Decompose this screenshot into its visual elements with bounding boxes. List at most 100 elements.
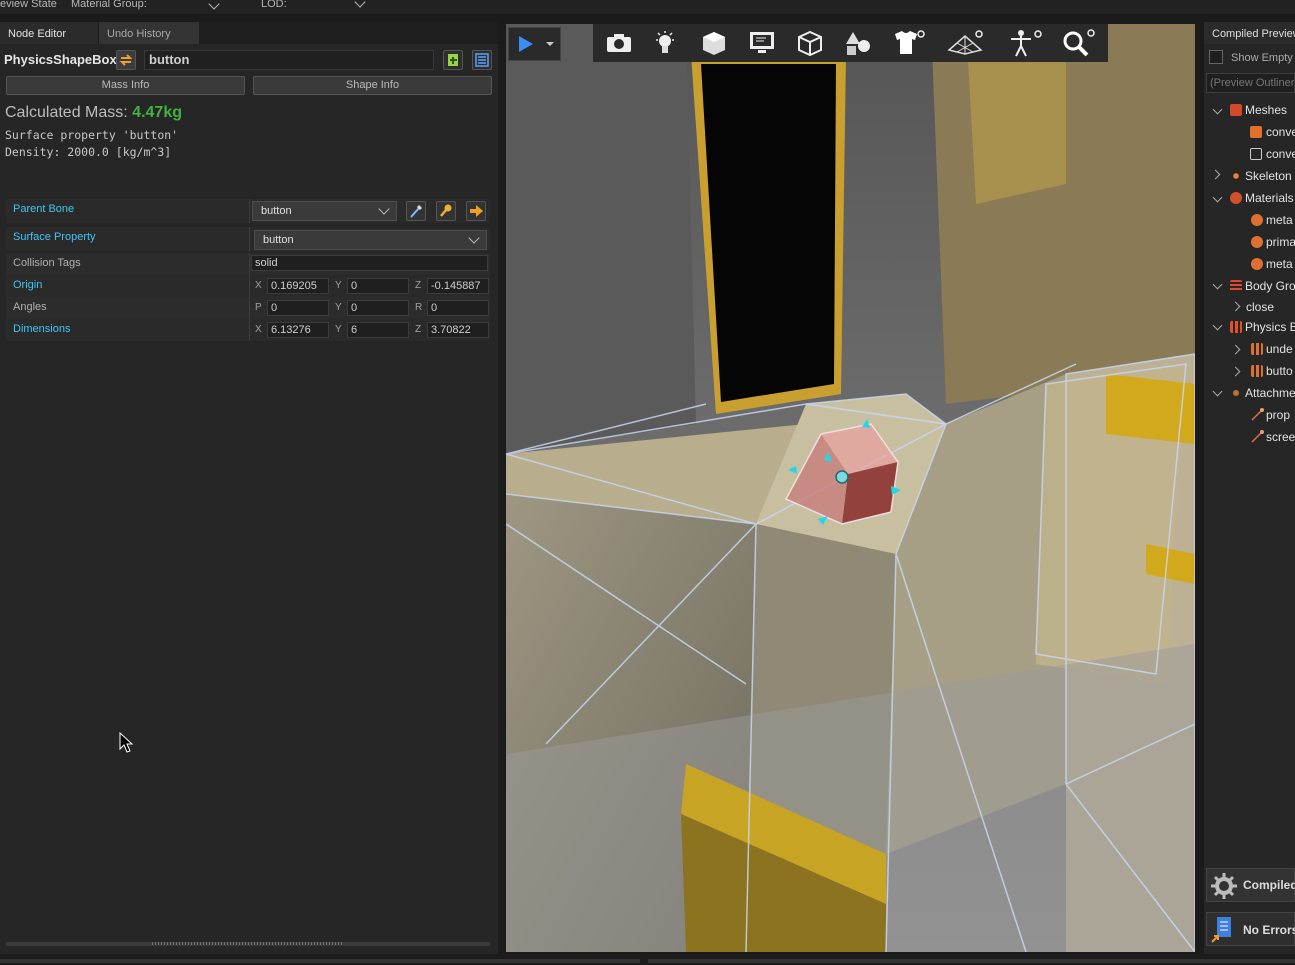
column-divider [249,253,250,275]
show-empty-checkbox[interactable] [1209,50,1223,64]
list-view-button[interactable] [472,50,492,70]
density-info: Density: 2000.0 [kg/m^3] [5,145,172,159]
shape-info-button[interactable]: Shape Info [253,76,492,95]
tree-item-meshes[interactable]: Meshes [1245,103,1287,117]
surface-property-select[interactable]: button [254,230,487,250]
column-divider [249,319,250,341]
attachment-icon [1251,430,1264,443]
column-divider [249,297,250,319]
origin-z-field[interactable]: -0.145887 [427,278,489,294]
node-editor-panel [0,22,498,954]
attachments-icon [1230,387,1242,399]
tree-item-material-2[interactable]: prima [1266,235,1295,249]
calculated-mass-label: Calculated Mass: [5,104,128,121]
magnifier-icon[interactable] [1059,28,1097,58]
dimensions-y-field[interactable]: 6 [347,322,409,338]
prop-row-surface-property: Surface Property button [6,227,490,251]
calculated-mass: Calculated Mass: 4.47kg [5,104,182,122]
attachment-icon [1251,408,1264,421]
3d-viewport[interactable] [506,24,1195,952]
light-bulb-icon[interactable] [653,30,677,56]
tree-item-close[interactable]: close [1246,300,1274,314]
tree-item-material-1[interactable]: meta [1266,213,1293,227]
tree-item-body-groups[interactable]: Body Gro [1245,279,1295,293]
node-name-field[interactable]: button [144,50,434,70]
origin-label: Origin [13,279,43,291]
expand-arrow-icon[interactable] [1210,169,1221,180]
expand-arrow-icon[interactable] [1212,386,1223,397]
monitor-icon[interactable] [748,30,776,56]
tree-item-attachment-prop[interactable]: prop [1266,408,1290,422]
goto-bone-button[interactable] [466,201,486,221]
scene-render [506,24,1195,952]
angles-r-field[interactable]: 0 [427,300,489,316]
play-menu-button[interactable] [508,27,561,61]
chevron-down-icon [468,232,480,244]
skeleton-icon[interactable] [1005,28,1043,58]
panel-resize-handle[interactable] [6,942,490,946]
new-node-button[interactable] [443,50,463,70]
tree-item-materials[interactable]: Materials [1245,191,1294,205]
axis-y-label: Y [335,324,342,335]
expand-arrow-icon[interactable] [1230,301,1241,312]
arrow-right-icon [470,205,483,217]
tree-item-mesh-2[interactable]: conve [1266,147,1295,161]
expand-arrow-icon[interactable] [1212,192,1223,203]
dimensions-z-field[interactable]: 3.70822 [427,322,489,338]
angles-y-field[interactable]: 0 [347,300,409,316]
parent-bone-select[interactable]: button [252,201,397,221]
expand-arrow-icon[interactable] [1212,104,1223,115]
tree-item-physics-bodies[interactable]: Physics B [1245,320,1295,334]
axis-x-label: X [255,324,262,335]
collision-tags-field[interactable]: solid [251,255,488,271]
prop-row-dimensions: Dimensions X 6.13276 Y 6 Z 3.70822 [6,319,490,341]
surface-property-label: Surface Property [13,231,96,243]
pick-bone-button[interactable] [406,201,426,221]
grid-icon[interactable] [947,28,985,56]
outliner-filter-input[interactable]: (Preview Outliner [1206,73,1295,93]
tab-undo-history[interactable]: Undo History [99,22,199,44]
expand-arrow-icon[interactable] [1212,279,1223,290]
tree-item-attachments[interactable]: Attachme [1245,386,1295,400]
origin-y-field[interactable]: 0 [347,278,409,294]
status-bar-right [648,959,1295,963]
camera-icon[interactable] [605,32,633,54]
tree-item-physics-body-1[interactable]: unde [1266,342,1293,356]
add-document-icon [448,54,458,66]
tree-item-skeleton[interactable]: Skeleton [1245,169,1292,183]
gear-icon [1211,873,1237,899]
tree-item-material-3[interactable]: meta [1266,257,1293,271]
expand-arrow-icon[interactable] [1230,366,1241,377]
shirt-icon[interactable] [891,28,927,56]
prop-row-angles: Angles P 0 Y 0 R 0 [6,297,490,319]
dimensions-label: Dimensions [13,323,71,335]
wireframe-cube-icon[interactable] [797,30,823,56]
cube-icon[interactable] [701,30,727,56]
search-bone-button[interactable] [436,201,456,221]
column-divider [249,275,250,297]
shapes-icon[interactable] [843,30,873,56]
outliner-filter-placeholder: (Preview Outliner [1210,77,1295,89]
tree-item-attachment-screen[interactable]: scree [1266,430,1295,444]
status-bar [0,956,1295,965]
tab-node-editor[interactable]: Node Editor [0,22,98,44]
angles-p-field[interactable]: 0 [267,300,329,316]
lod-dropdown-icon[interactable] [354,0,366,8]
axis-y-label: Y [335,280,342,291]
dimensions-x-field[interactable]: 6.13276 [267,322,329,338]
tree-item-mesh-1[interactable]: conve [1266,125,1295,139]
eyedropper-icon [410,204,423,218]
materials-icon [1230,192,1242,204]
expand-arrow-icon[interactable] [1230,344,1241,355]
compiled-preview-tab[interactable]: Compiled Preview [1204,22,1295,44]
expand-arrow-icon[interactable] [1212,320,1223,331]
material-group-dropdown-icon[interactable] [208,0,220,10]
errors-status[interactable]: No Errors [1206,912,1295,946]
material-group-label: Material Group: [71,0,147,10]
tree-item-physics-body-2[interactable]: butto [1266,364,1293,378]
swap-node-button[interactable] [116,50,136,70]
meshes-icon [1230,104,1242,116]
origin-x-field[interactable]: 0.169205 [267,278,329,294]
mass-info-button[interactable]: Mass Info [6,76,245,95]
compile-button[interactable]: Compiled [1206,868,1295,902]
